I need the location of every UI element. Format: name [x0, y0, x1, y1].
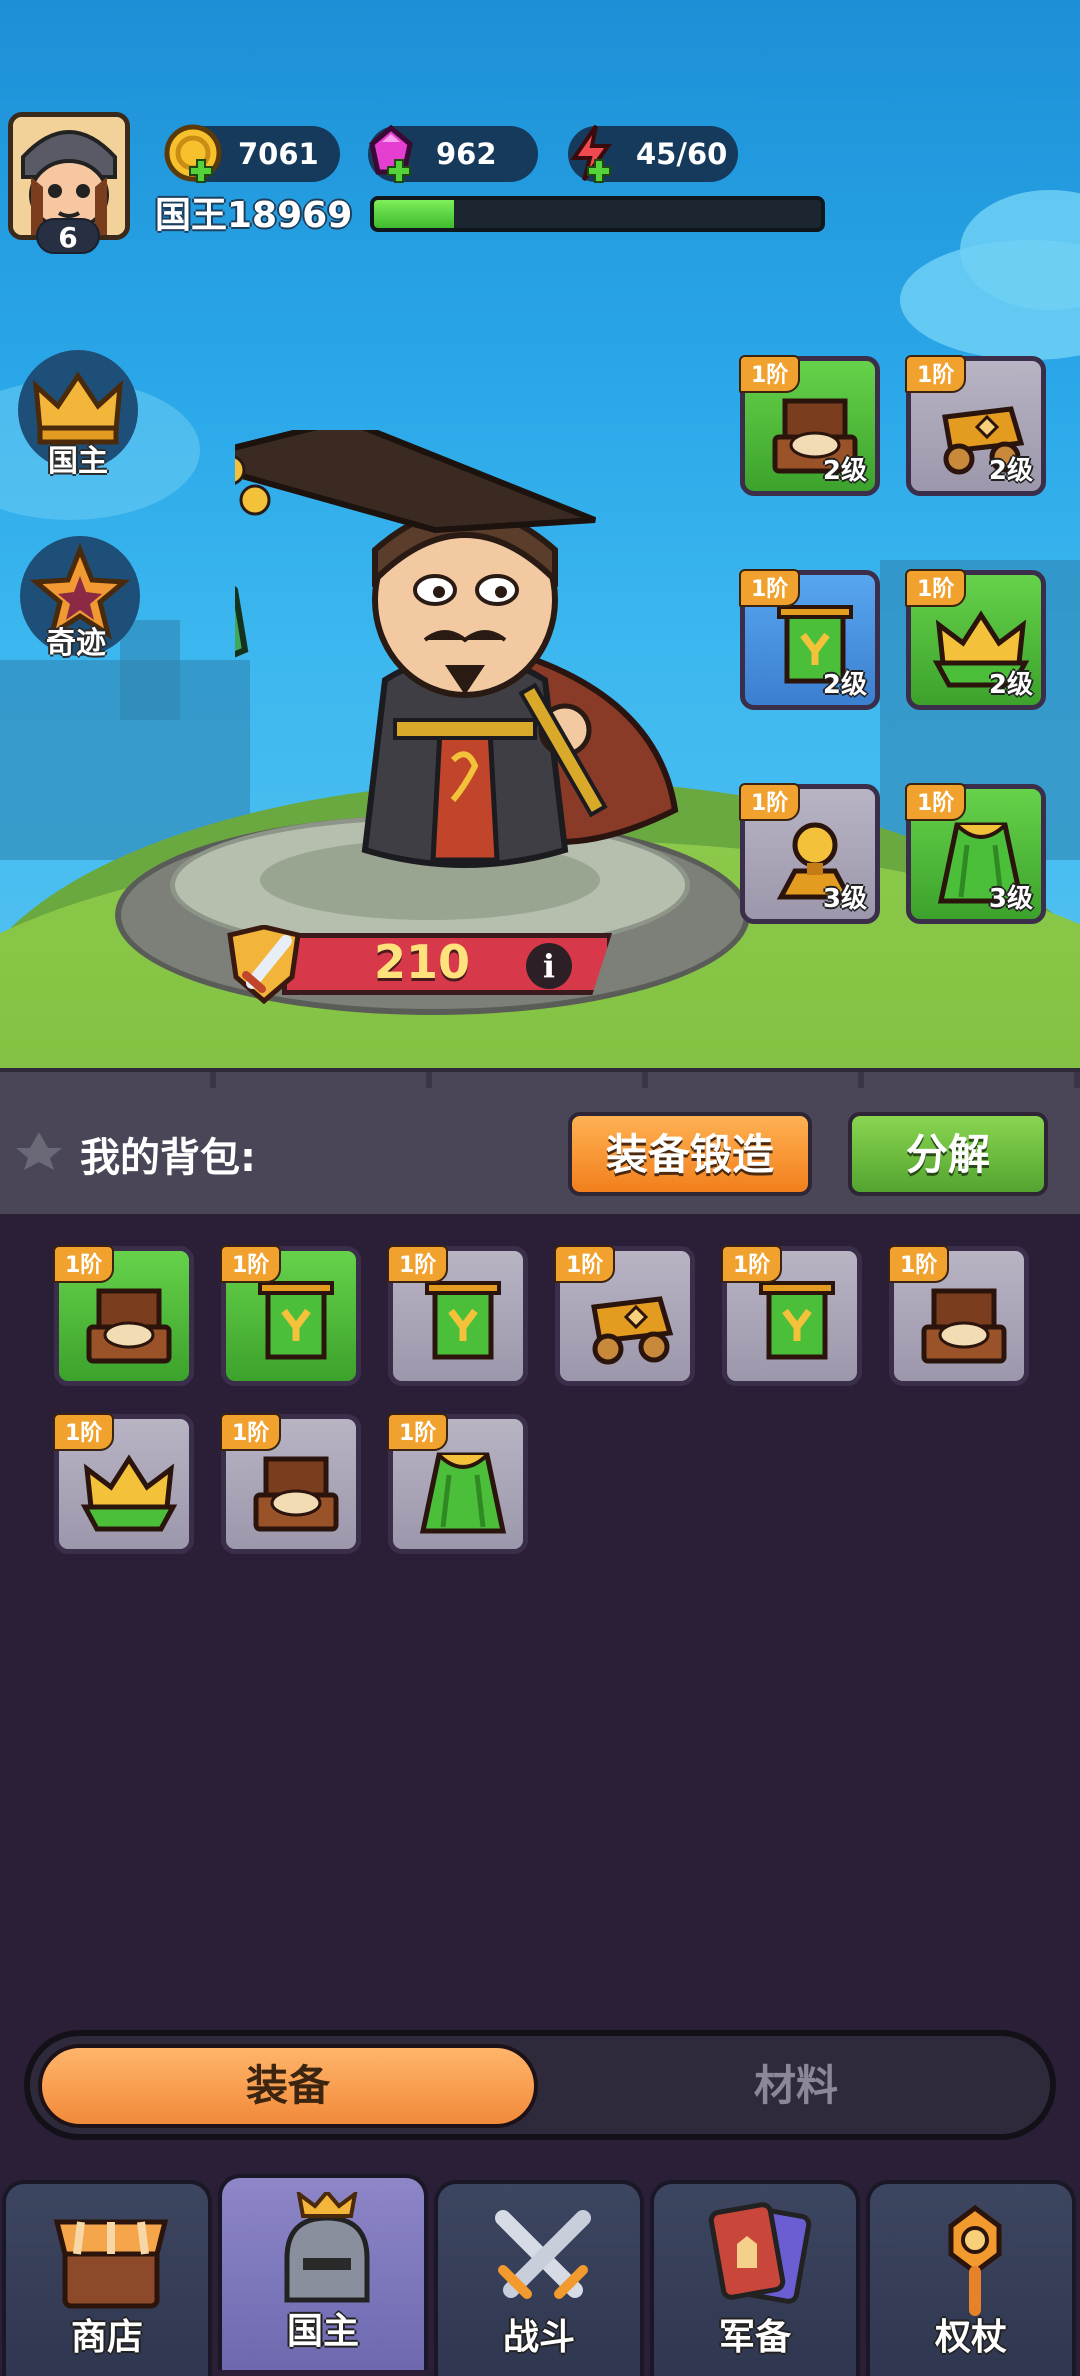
- throne-icon: [86, 1288, 172, 1364]
- combat-power-banner: 210 i: [222, 925, 622, 1005]
- tier-badge: 1阶: [220, 1413, 282, 1451]
- bag-slot-cart[interactable]: 1阶: [554, 1245, 695, 1386]
- nav-armament[interactable]: 军备: [650, 2180, 860, 2376]
- tier-badge: 1阶: [739, 783, 801, 821]
- combat-power-value: 210: [373, 935, 471, 989]
- item-level: 2级: [988, 670, 1033, 700]
- nav-label-battle: 战斗: [502, 2317, 575, 2358]
- cape-icon: [419, 1452, 507, 1534]
- bag-leaf-icon: [16, 1132, 62, 1170]
- plus-icon[interactable]: [188, 158, 214, 184]
- tier-badge: 1阶: [721, 1245, 783, 1283]
- banner-icon: [425, 1281, 501, 1360]
- tier-badge: 1阶: [739, 355, 801, 393]
- info-icon[interactable]: i: [526, 943, 572, 989]
- item-level: 2级: [988, 456, 1033, 486]
- forge-button[interactable]: 装备锻造: [568, 1112, 812, 1196]
- king-character[interactable]: [235, 430, 695, 930]
- banner-icon: [258, 1281, 334, 1360]
- helmet-crown-icon: [284, 2192, 370, 2303]
- bag-slot-throne[interactable]: 1阶: [220, 1413, 361, 1554]
- equipped-slot-cart[interactable]: 1阶 2级: [905, 355, 1046, 496]
- player-level-badge: 6: [36, 218, 100, 254]
- shop-icon: [53, 2219, 169, 2309]
- equipped-slot-crown[interactable]: 1阶 2级: [905, 569, 1046, 710]
- nav-label-lord: 国主: [286, 2311, 359, 2352]
- bag-slot-crown[interactable]: 1阶: [53, 1413, 194, 1554]
- tier-badge: 1阶: [53, 1245, 115, 1283]
- tier-badge: 1阶: [905, 355, 967, 393]
- plus-icon[interactable]: [586, 158, 612, 184]
- bag-header-edge: [0, 1068, 1080, 1088]
- tier-badge: 1阶: [554, 1245, 616, 1283]
- xp-bar: [370, 196, 825, 232]
- nav-shop[interactable]: 商店: [2, 2180, 212, 2376]
- sword-shield-icon: [227, 925, 301, 1005]
- nav-label-scepter: 权杖: [934, 2317, 1007, 2358]
- bag-slot-banner[interactable]: 1阶: [721, 1245, 862, 1386]
- gem-value: 962: [436, 137, 497, 171]
- nav-scepter[interactable]: 权杖: [866, 2180, 1076, 2376]
- equipped-slot-banner[interactable]: 1阶 2级: [739, 569, 880, 710]
- tier-badge: 1阶: [387, 1413, 449, 1451]
- plus-icon[interactable]: [386, 158, 412, 184]
- category-tab-bar: 装备 材料: [24, 2030, 1056, 2140]
- item-level: 2级: [822, 456, 867, 486]
- tier-badge: 1阶: [905, 569, 967, 607]
- tier-badge: 1阶: [888, 1245, 950, 1283]
- equipped-slot-throne[interactable]: 1阶 2级: [739, 355, 880, 496]
- bag-slot-throne[interactable]: 1阶: [888, 1245, 1029, 1386]
- tier-badge: 1阶: [387, 1245, 449, 1283]
- equipped-slot-orb-stand[interactable]: 1阶 3级: [739, 783, 880, 924]
- nav-label-armament: 军备: [718, 2317, 791, 2358]
- tab-materials[interactable]: 材料: [546, 2044, 1046, 2128]
- tier-badge: 1阶: [53, 1413, 115, 1451]
- banner-icon: [759, 1281, 835, 1360]
- energy-value: 45/60: [636, 137, 728, 171]
- tier-badge: 1阶: [905, 783, 967, 821]
- cart-icon: [591, 1296, 674, 1365]
- xp-bar-fill: [374, 200, 455, 228]
- bag-slot-throne[interactable]: 1阶: [53, 1245, 194, 1386]
- item-level: 3级: [822, 884, 867, 914]
- nav-battle[interactable]: 战斗: [434, 2180, 644, 2376]
- cards-icon: [708, 2202, 812, 2304]
- player-name: 国王18969: [155, 195, 353, 236]
- equipped-slot-cape[interactable]: 1阶 3级: [905, 783, 1046, 924]
- decompose-button[interactable]: 分解: [848, 1112, 1048, 1196]
- gold-counter[interactable]: 7061: [164, 124, 340, 184]
- item-level: 2级: [822, 670, 867, 700]
- item-level: 3级: [988, 884, 1033, 914]
- scepter-icon: [948, 2204, 1002, 2316]
- throne-icon: [921, 1288, 1007, 1364]
- bag-title: 我的背包:: [80, 1135, 256, 1181]
- bag-slot-banner[interactable]: 1阶: [220, 1245, 361, 1386]
- energy-counter[interactable]: 45/60: [568, 124, 738, 184]
- tab-equipment[interactable]: 装备: [38, 2044, 538, 2128]
- crossed-swords-icon: [495, 2210, 591, 2299]
- bag-slot-cape[interactable]: 1阶: [387, 1413, 528, 1554]
- nav-lord[interactable]: 国主: [218, 2174, 428, 2370]
- nav-label-shop: 商店: [70, 2317, 143, 2358]
- side-label-wonder: 奇迹: [46, 626, 106, 661]
- gold-value: 7061: [238, 137, 319, 171]
- throne-icon: [253, 1456, 339, 1532]
- bag-slot-banner[interactable]: 1阶: [387, 1245, 528, 1386]
- crown-icon: [80, 1454, 178, 1532]
- tier-badge: 1阶: [739, 569, 801, 607]
- side-label-lord: 国主: [48, 444, 108, 479]
- gem-counter[interactable]: 962: [368, 124, 538, 184]
- tier-badge: 1阶: [220, 1245, 282, 1283]
